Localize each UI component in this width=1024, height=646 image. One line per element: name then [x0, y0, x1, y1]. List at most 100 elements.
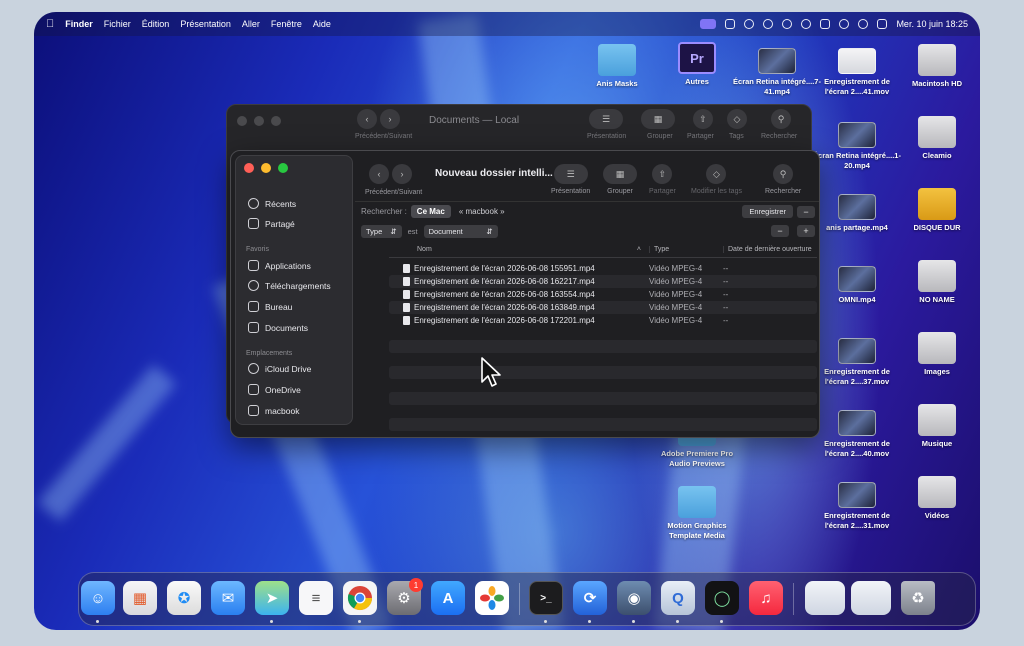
desktop-icon-recording-40[interactable]: Enregistrement de l'écran 2....40.mov — [812, 410, 902, 459]
tool-presentation[interactable]: ☰ Présentation — [551, 164, 590, 195]
play-status-icon[interactable] — [782, 19, 793, 29]
sidebar-item-documents[interactable]: Documents — [248, 322, 308, 333]
search-icon[interactable]: ⚲ — [771, 109, 791, 129]
dock-cleamio-icon[interactable]: ⟳ — [573, 581, 607, 615]
dock-chrome-icon[interactable] — [343, 581, 377, 615]
close-button[interactable] — [244, 163, 254, 173]
desktop-icon-anis-partage[interactable]: anis partage.mp4 — [812, 194, 902, 233]
screen-recording-icon[interactable] — [700, 19, 717, 29]
remove-search-button[interactable]: − — [797, 205, 815, 218]
dock-quicktime-icon[interactable]: Q — [661, 581, 695, 615]
dock-photos-icon[interactable] — [475, 581, 509, 615]
desktop-icon-anis-masks[interactable]: Anis Masks — [572, 44, 662, 89]
column-header-nom[interactable]: Nom ˄ — [389, 246, 649, 253]
tool-partager[interactable]: ⇧ Partager — [649, 164, 676, 195]
table-row[interactable]: Enregistrement de l'écran 2026-06-08 163… — [389, 301, 817, 314]
sidebar-item-icloud-drive[interactable]: iCloud Drive — [248, 363, 311, 374]
menu-item-presentation[interactable]: Présentation — [180, 19, 231, 29]
sidebar-item-onedrive[interactable]: OneDrive — [248, 384, 301, 395]
dock-documents-stack-icon[interactable] — [851, 581, 891, 615]
criteria-value-select[interactable]: Document ⇵ — [423, 224, 498, 238]
status-app-icon[interactable] — [725, 19, 736, 29]
sidebar-item-telechargements[interactable]: Téléchargements — [248, 280, 331, 291]
desktop-icon-recording-41[interactable]: Enregistrement de l'écran 2....41.mov — [812, 48, 902, 97]
dock-utility-icon[interactable]: ◉ — [617, 581, 651, 615]
wifi-icon[interactable] — [839, 19, 850, 29]
desktop-icon-disque-dur[interactable]: DISQUE DUR — [892, 188, 980, 233]
sidebar-item-macbook[interactable]: macbook — [248, 405, 300, 416]
dock-launchpad-icon[interactable]: ▦ — [123, 581, 157, 615]
group-icon[interactable]: ▦ — [641, 109, 675, 129]
desktop-icon-macintosh-hd[interactable]: Macintosh HD — [892, 44, 980, 89]
table-row[interactable]: Enregistrement de l'écran 2026-06-08 162… — [389, 275, 817, 288]
menu-item-aide[interactable]: Aide — [313, 19, 331, 29]
desktop-icon-recording-37[interactable]: Enregistrement de l'écran 2....37.mov — [812, 338, 902, 387]
desktop-icon-recording-31[interactable]: Enregistrement de l'écran 2....31.mov — [812, 482, 902, 531]
info-status-icon[interactable] — [801, 19, 812, 29]
column-header-type[interactable]: Type — [649, 246, 723, 253]
sidebar-item-bureau[interactable]: Bureau — [248, 301, 292, 312]
dock-terminal-icon[interactable]: >_ — [529, 581, 563, 615]
cleamio-status-icon[interactable] — [744, 19, 755, 29]
remove-criteria-button[interactable]: − — [771, 225, 789, 237]
dock-downloads-stack-icon[interactable] — [805, 581, 845, 615]
finder-window-smart-folder[interactable]: Récents Partagé Favoris Applications Tél… — [230, 150, 820, 438]
zoom-button[interactable] — [271, 116, 281, 126]
menu-item-fenetre[interactable]: Fenêtre — [271, 19, 302, 29]
desktop-icon-retina-741[interactable]: Écran Retina intégré....7-41.mp4 — [732, 48, 822, 97]
tag-icon[interactable]: ◇ — [727, 109, 747, 129]
sidebar-item-partage[interactable]: Partagé — [248, 218, 295, 229]
share-icon[interactable]: ⇧ — [693, 109, 713, 129]
dock-app-store-icon[interactable]: A — [431, 581, 465, 615]
desktop-icon-omni[interactable]: OMNI.mp4 — [812, 266, 902, 305]
add-criteria-button[interactable]: + — [797, 225, 815, 237]
desktop-icon-musique[interactable]: Musique — [892, 404, 980, 449]
sidebar-item-recents[interactable]: Récents — [248, 198, 296, 209]
back-chevron-icon[interactable]: ‹ — [357, 109, 377, 129]
forward-chevron-icon[interactable]: › — [380, 109, 400, 129]
menu-app-name[interactable]: Finder — [65, 19, 93, 29]
dock-music-icon[interactable]: ♫ — [749, 581, 783, 615]
desktop-icon-videos[interactable]: Vidéos — [892, 476, 980, 521]
save-search-button[interactable]: Enregistrer — [742, 205, 793, 218]
eye-status-icon[interactable] — [763, 19, 774, 29]
desktop-icon-cleamio[interactable]: Cleamio — [892, 116, 980, 161]
tool-rechercher[interactable]: ⚲ Rechercher — [765, 164, 801, 195]
column-header-date[interactable]: Date de dernière ouverture — [723, 246, 812, 253]
battery-icon[interactable] — [820, 19, 831, 29]
menu-item-edition[interactable]: Édition — [142, 19, 170, 29]
zoom-button[interactable] — [278, 163, 288, 173]
desktop-icon-motion-graphics[interactable]: Motion Graphics Template Media — [652, 486, 742, 541]
desktop-icon-autres[interactable]: Pr Autres — [652, 42, 742, 87]
criteria-attribute-select[interactable]: Type ⇵ — [361, 224, 402, 238]
scope-ce-mac[interactable]: Ce Mac — [410, 205, 451, 218]
dock-finder-icon[interactable]: ☺ — [81, 581, 115, 615]
dock-maps-icon[interactable]: ➤ — [255, 581, 289, 615]
tool-modifier-tags[interactable]: ◇ Modifier les tags — [691, 164, 742, 195]
menu-clock[interactable]: Mer. 10 juin 18:25 — [896, 19, 968, 29]
table-row[interactable]: Enregistrement de l'écran 2026-06-08 163… — [389, 288, 817, 301]
menu-item-fichier[interactable]: Fichier — [104, 19, 131, 29]
apple-menu-icon[interactable]:  — [46, 18, 54, 30]
dock-motion-icon[interactable]: ◯ — [705, 581, 739, 615]
dock-safari-icon[interactable]: ✪ — [167, 581, 201, 615]
sidebar-item-applications[interactable]: Applications — [248, 260, 311, 271]
view-options-icon[interactable]: ☰ — [589, 109, 623, 129]
minimize-button[interactable] — [254, 116, 264, 126]
dock-trash-icon[interactable]: ♻ — [901, 581, 935, 615]
tool-grouper[interactable]: ▦ Grouper — [603, 164, 637, 195]
dock-mail-icon[interactable]: ✉ — [211, 581, 245, 615]
forward-chevron-icon[interactable]: › — [392, 164, 412, 184]
minimize-button[interactable] — [261, 163, 271, 173]
scope-macbook[interactable]: « macbook » — [459, 207, 505, 216]
desktop-icon-retina-120[interactable]: Écran Retina intégré....1-20.mp4 — [812, 122, 902, 171]
spotlight-search-icon[interactable] — [858, 19, 869, 29]
table-row[interactable]: Enregistrement de l'écran 2026-06-08 172… — [389, 314, 817, 327]
back-chevron-icon[interactable]: ‹ — [369, 164, 389, 184]
dock-reminders-icon[interactable]: ≡ — [299, 581, 333, 615]
table-row[interactable]: Enregistrement de l'écran 2026-06-08 155… — [389, 262, 817, 275]
desktop-icon-no-name[interactable]: NO NAME — [892, 260, 980, 305]
close-button[interactable] — [237, 116, 247, 126]
menu-item-aller[interactable]: Aller — [242, 19, 260, 29]
control-center-icon[interactable] — [877, 19, 888, 29]
